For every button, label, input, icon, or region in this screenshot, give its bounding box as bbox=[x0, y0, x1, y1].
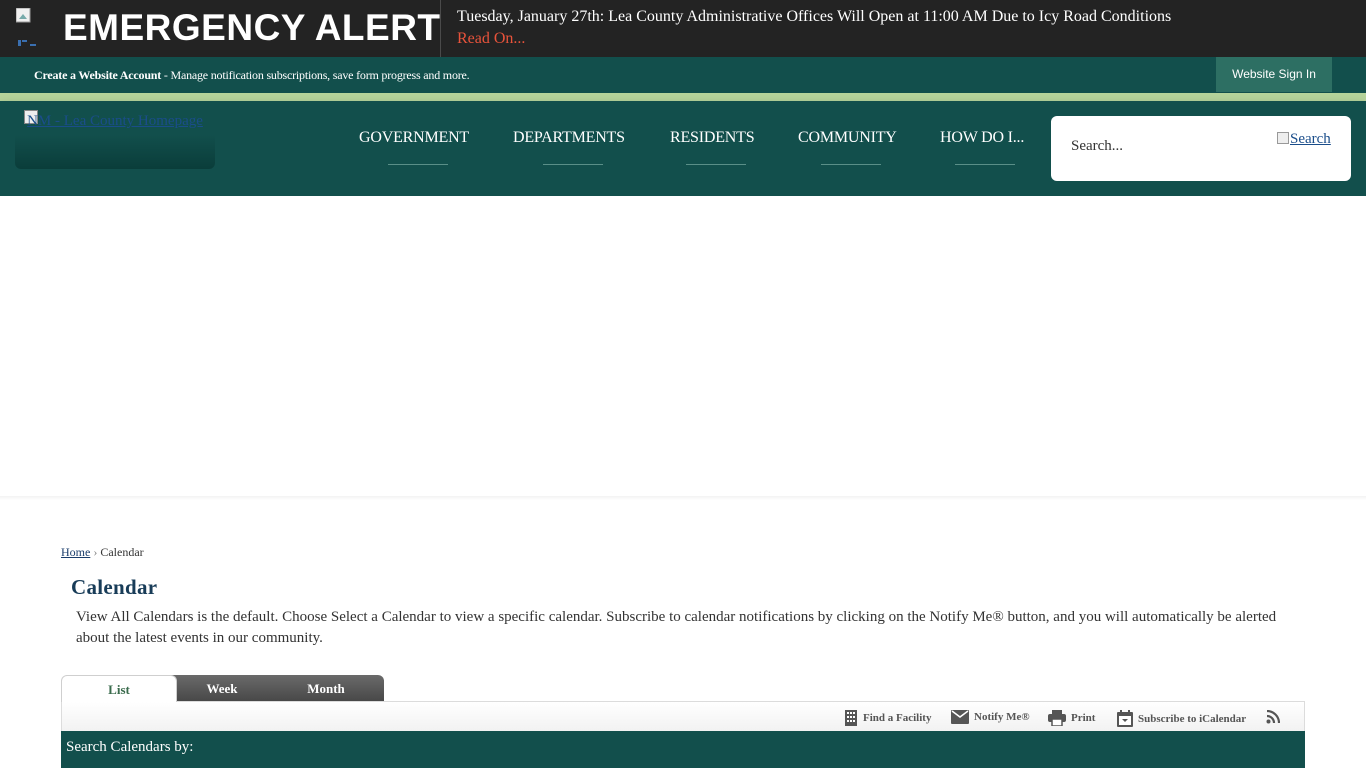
site-header: NM - Lea County Homepage GOVERNMENT DEPA… bbox=[0, 101, 1366, 196]
search-button[interactable]: Search bbox=[1277, 131, 1331, 148]
account-bar: Create a Website Account - Manage notifi… bbox=[0, 57, 1366, 93]
notify-me-label: Notify Me® bbox=[974, 711, 1030, 723]
accent-stripe bbox=[0, 93, 1366, 101]
nav-government[interactable]: GOVERNMENT bbox=[359, 129, 469, 147]
rss-icon bbox=[1266, 710, 1280, 724]
breadcrumb-home-link[interactable]: Home bbox=[61, 545, 90, 559]
find-facility-button[interactable]: Find a Facility bbox=[844, 710, 931, 726]
nav-residents-underline bbox=[686, 164, 746, 165]
hero-divider bbox=[0, 496, 1366, 500]
printer-icon bbox=[1048, 710, 1066, 726]
nav-departments[interactable]: DEPARTMENTS bbox=[513, 129, 625, 147]
breadcrumb: Home › Calendar bbox=[61, 545, 144, 560]
tab-week[interactable]: Week bbox=[175, 675, 269, 702]
nav-departments-underline bbox=[543, 164, 603, 165]
subscribe-label: Subscribe to iCalendar bbox=[1138, 712, 1247, 725]
nav-how-do-i-underline bbox=[955, 164, 1015, 165]
tab-list[interactable]: List bbox=[61, 675, 177, 702]
broken-image-icon bbox=[16, 8, 36, 46]
website-sign-in-button[interactable]: Website Sign In bbox=[1216, 57, 1332, 92]
nav-residents[interactable]: RESIDENTS bbox=[670, 129, 755, 147]
alert-read-on-link[interactable]: Read On... bbox=[457, 29, 525, 49]
search-calendars-label: Search Calendars by: bbox=[66, 739, 194, 755]
nav-community-underline bbox=[821, 164, 881, 165]
alert-divider bbox=[440, 0, 441, 57]
alert-message[interactable]: Tuesday, January 27th: Lea County Admini… bbox=[457, 7, 1171, 27]
create-account-link[interactable]: Create a Website Account bbox=[34, 68, 161, 82]
hero-banner bbox=[0, 196, 1366, 496]
nav-government-underline bbox=[388, 164, 448, 165]
broken-search-image-icon bbox=[1277, 132, 1289, 144]
emergency-alert-bar: EMERGENCY ALERT Tuesday, January 27th: L… bbox=[0, 0, 1366, 57]
print-button[interactable]: Print bbox=[1048, 710, 1095, 726]
building-icon bbox=[845, 710, 857, 726]
breadcrumb-current: Calendar bbox=[100, 545, 144, 559]
page-title: Calendar bbox=[71, 575, 158, 599]
calendar-toolbar: Find a Facility Notify Me® Print Subscri… bbox=[61, 701, 1305, 732]
nav-how-do-i[interactable]: HOW DO I... bbox=[940, 129, 1024, 147]
notify-me-button[interactable]: Notify Me® bbox=[951, 710, 1030, 724]
subscribe-icalendar-button[interactable]: Subscribe to iCalendar bbox=[1117, 710, 1246, 727]
find-facility-label: Find a Facility bbox=[863, 712, 932, 724]
account-message: Create a Website Account - Manage notifi… bbox=[34, 68, 470, 83]
nav-community[interactable]: COMMUNITY bbox=[798, 129, 897, 147]
account-description: - Manage notification subscriptions, sav… bbox=[161, 68, 470, 82]
alert-title: EMERGENCY ALERT bbox=[63, 7, 441, 48]
search-calendars-bar: Search Calendars by: bbox=[61, 731, 1305, 768]
tab-month[interactable]: Month bbox=[279, 675, 373, 702]
search-button-label: Search bbox=[1290, 131, 1331, 147]
page-intro: View All Calendars is the default. Choos… bbox=[76, 609, 1277, 646]
rss-button[interactable] bbox=[1266, 710, 1280, 724]
search-input[interactable] bbox=[1071, 138, 1271, 155]
homepage-logo-link[interactable]: NM - Lea County Homepage bbox=[22, 110, 208, 132]
breadcrumb-separator: › bbox=[93, 545, 98, 559]
print-label: Print bbox=[1071, 712, 1096, 724]
calendar-icon bbox=[1117, 710, 1133, 727]
site-search-box: Search bbox=[1051, 116, 1351, 181]
envelope-icon bbox=[951, 710, 969, 724]
